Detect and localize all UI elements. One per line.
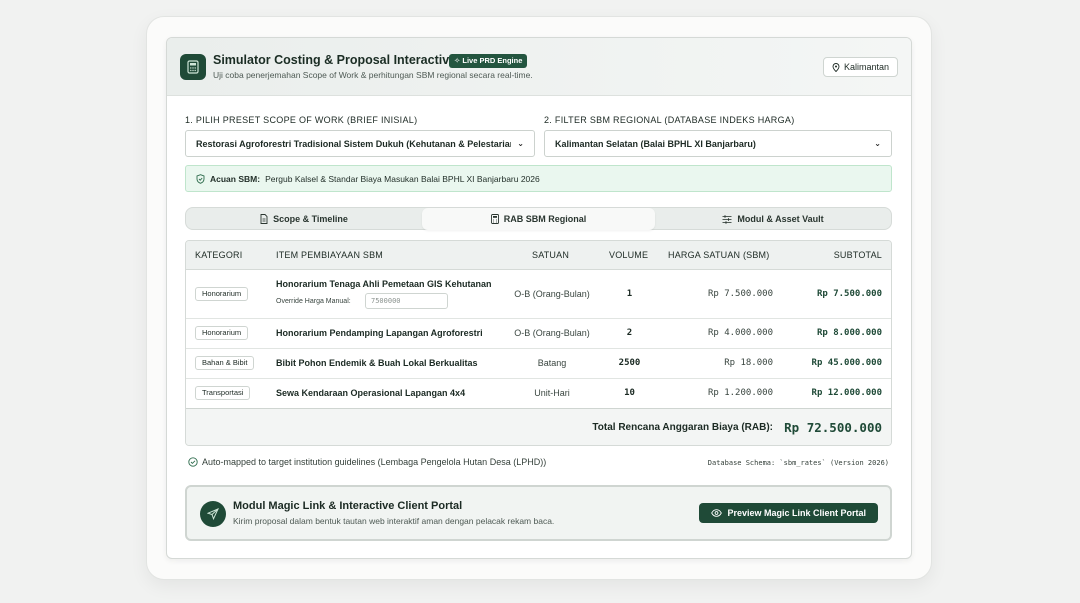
table-row: Honorarium Honorarium Pendamping Lapanga… <box>186 319 891 349</box>
sbm-reference-banner: Acuan SBM: Pergub Kalsel & Standar Biaya… <box>185 165 892 192</box>
unit-price-cell: Rp 4.000.000 <box>707 328 773 338</box>
magic-link-subtitle: Kirim proposal dalam bentuk tautan web i… <box>233 516 555 526</box>
preview-magic-link-label: Preview Magic Link Client Portal <box>727 508 866 518</box>
tab-modul-asset-vault[interactable]: Modul & Asset Vault <box>655 208 891 230</box>
preview-magic-link-button[interactable]: Preview Magic Link Client Portal <box>699 503 878 523</box>
column-header-kategori: KATEGORI <box>195 250 243 260</box>
item-name: Sewa Kendaraan Operasional Lapangan 4x4 <box>276 388 466 398</box>
volume-cell: 10 <box>624 388 635 398</box>
preset-select[interactable]: Restorasi Agroforestri Tradisional Siste… <box>185 130 535 157</box>
shield-check-icon <box>196 173 205 184</box>
tab-rab-sbm-regional[interactable]: RAB SBM Regional <box>422 208 655 230</box>
unit-cell: Unit-Hari <box>534 388 570 398</box>
category-badge: Transportasi <box>195 386 251 400</box>
volume-cell: 1 <box>626 289 633 299</box>
simulator-panel: Simulator Costing & Proposal Interactive… <box>166 37 912 559</box>
subtotal-cell: Rp 8.000.000 <box>816 328 882 338</box>
subtotal-cell: Rp 7.500.000 <box>816 289 882 299</box>
page-subtitle: Uji coba penerjemahan Scope of Work & pe… <box>213 70 533 80</box>
calculator-icon <box>490 214 499 224</box>
item-name: Bibit Pohon Endemik & Buah Lokal Berkual… <box>276 358 478 368</box>
table-row: Transportasi Sewa Kendaraan Operasional … <box>186 379 891 408</box>
map-pin-icon <box>832 62 840 72</box>
tab-bar: Scope & Timeline RAB SBM Regional Modul … <box>185 207 892 230</box>
tab-scope-timeline-label: Scope & Timeline <box>273 214 348 224</box>
override-price-input[interactable]: 7500000 <box>365 293 448 309</box>
unit-cell: Batang <box>537 358 567 368</box>
sbm-filter-select[interactable]: Kalimantan Selatan (Balai BPHL XI Banjar… <box>544 130 892 157</box>
magic-link-title: Modul Magic Link & Interactive Client Po… <box>233 500 463 512</box>
volume-cell: 2500 <box>618 358 641 368</box>
database-schema-label: Database Schema: `sbm_rates` (Version 20… <box>707 459 889 467</box>
live-badge-label: Live PRD Engine <box>462 56 523 65</box>
unit-cell: O-B (Orang-Bulan) <box>514 328 590 338</box>
volume-cell: 2 <box>626 328 633 338</box>
live-engine-badge: ✧ Live PRD Engine <box>449 54 528 68</box>
auto-mapped-text: Auto-mapped to target institution guidel… <box>202 457 547 467</box>
sliders-icon <box>722 214 732 224</box>
subtotal-cell: Rp 45.000.000 <box>811 358 882 368</box>
unit-cell: O-B (Orang-Bulan) <box>514 289 590 299</box>
table-row: Bahan & Bibit Bibit Pohon Endemik & Buah… <box>186 349 891 379</box>
total-label: Total Rencana Anggaran Biaya (RAB): <box>592 422 773 433</box>
tab-scope-timeline[interactable]: Scope & Timeline <box>186 208 422 230</box>
category-badge: Honorarium <box>195 287 249 301</box>
chevron-down-icon: ⌄ <box>517 139 524 148</box>
item-name: Honorarium Pendamping Lapangan Agrofores… <box>276 328 483 338</box>
tab-modul-asset-vault-label: Modul & Asset Vault <box>737 214 824 224</box>
page-title: Simulator Costing & Proposal Interactive <box>213 53 457 67</box>
document-icon <box>260 214 268 224</box>
preset-label: 1. PILIH PRESET SCOPE OF WORK (BRIEF INI… <box>185 115 418 125</box>
total-value: Rp 72.500.000 <box>784 420 882 435</box>
chevron-down-icon: ⌄ <box>874 139 881 148</box>
column-header-item: ITEM PEMBIAYAAN SBM <box>276 250 383 260</box>
unit-price-cell: Rp 1.200.000 <box>707 388 773 398</box>
eye-icon <box>711 509 723 517</box>
column-header-satuan: SATUAN <box>532 250 570 260</box>
unit-price-cell: Rp 18.000 <box>724 358 773 368</box>
calculator-icon <box>180 54 206 80</box>
sbm-banner-prefix: Acuan SBM: <box>210 173 261 184</box>
category-badge: Bahan & Bibit <box>195 356 255 370</box>
tab-rab-sbm-regional-label: RAB SBM Regional <box>503 214 587 224</box>
category-badge: Honorarium <box>195 326 249 340</box>
total-row: Total Rencana Anggaran Biaya (RAB): Rp 7… <box>186 408 891 445</box>
sbm-banner-text: Pergub Kalsel & Standar Biaya Masukan Ba… <box>265 173 540 184</box>
magic-link-card: Modul Magic Link & Interactive Client Po… <box>185 485 892 541</box>
auto-mapped-note: Auto-mapped to target institution guidel… <box>188 457 546 467</box>
region-button[interactable]: Kalimantan <box>822 57 898 77</box>
subtotal-cell: Rp 12.000.000 <box>811 388 882 398</box>
rab-table: KATEGORI ITEM PEMBIAYAAN SBM SATUAN VOLU… <box>185 240 892 446</box>
check-circle-icon <box>188 457 198 467</box>
table-row: Honorarium Honorarium Tenaga Ahli Pemeta… <box>186 270 891 319</box>
panel-header: Simulator Costing & Proposal Interactive… <box>167 38 911 96</box>
table-header-row: KATEGORI ITEM PEMBIAYAAN SBM SATUAN VOLU… <box>186 241 891 270</box>
send-icon <box>200 501 226 527</box>
column-header-subtotal: SUBTOTAL <box>833 250 882 260</box>
region-button-label: Kalimantan <box>843 62 889 72</box>
column-header-harga: HARGA SATUAN (SBM) <box>668 250 770 260</box>
sbm-filter-label: 2. FILTER SBM REGIONAL (DATABASE INDEKS … <box>544 115 795 125</box>
sbm-filter-select-value: Kalimantan Selatan (Balai BPHL XI Banjar… <box>555 138 756 149</box>
override-price-label: Override Harga Manual: <box>276 298 351 305</box>
unit-price-cell: Rp 7.500.000 <box>707 289 773 299</box>
item-name: Honorarium Tenaga Ahli Pemetaan GIS Kehu… <box>276 279 492 289</box>
preset-select-value: Restorasi Agroforestri Tradisional Siste… <box>196 138 512 149</box>
column-header-volume: VOLUME <box>609 250 649 260</box>
